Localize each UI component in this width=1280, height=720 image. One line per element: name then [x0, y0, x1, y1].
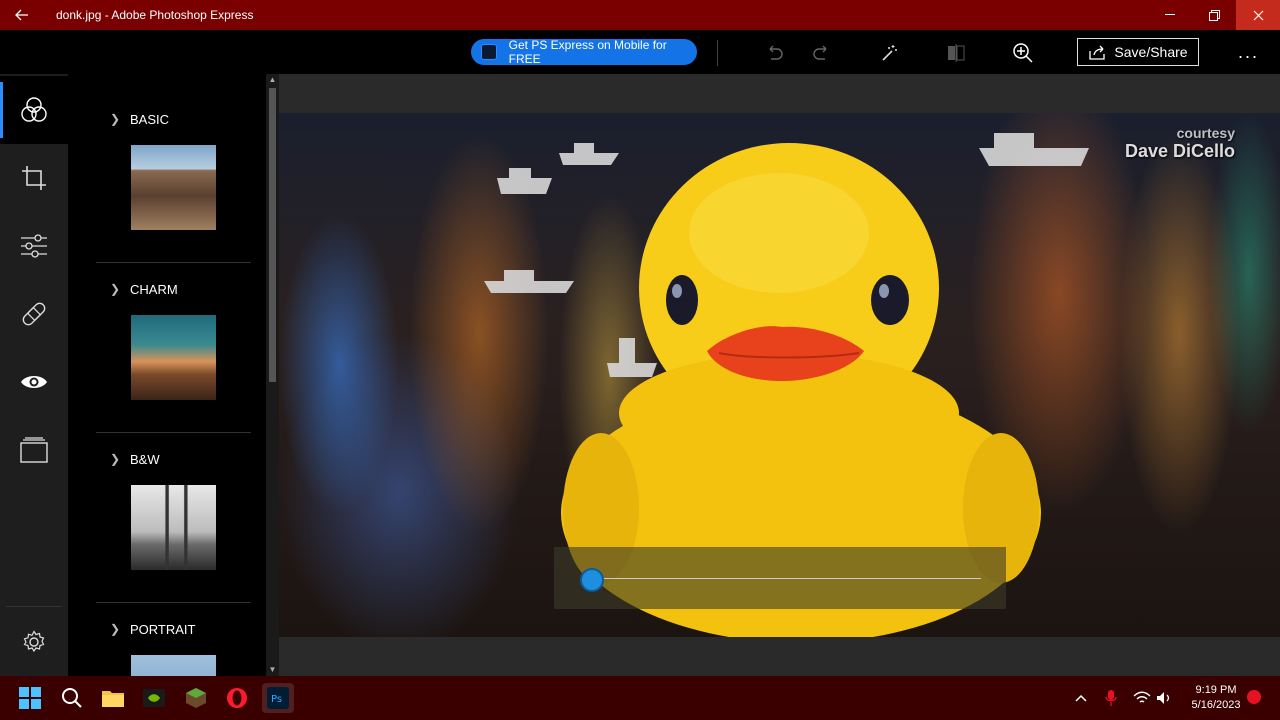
section-divider — [96, 602, 251, 603]
nvidia-icon[interactable] — [138, 683, 170, 713]
watermark-line1: courtesy — [1176, 125, 1235, 141]
restore-button[interactable] — [1192, 0, 1236, 30]
magic-wand-icon[interactable] — [876, 40, 902, 66]
top-toolbar: Get PS Express on Mobile for FREE Save/S… — [0, 30, 1280, 74]
undo-icon[interactable] — [761, 40, 787, 66]
section-divider — [96, 432, 251, 433]
scroll-up-arrow-icon[interactable]: ▲ — [266, 74, 279, 86]
windows-taskbar: Ps 9:19 PM 5/16/2023 — [0, 676, 1280, 720]
chevron-right-icon: ❯ — [110, 282, 121, 296]
volume-icon[interactable] — [1156, 676, 1172, 720]
nav-divider — [6, 606, 62, 607]
section-label: PORTRAIT — [130, 621, 196, 637]
looks-section-basic: ❯ BASIC — [96, 109, 251, 263]
section-header-basic[interactable]: ❯ BASIC — [96, 109, 251, 129]
clock-time: 9:19 PM — [1195, 684, 1237, 696]
save-share-label: Save/Share — [1114, 44, 1188, 60]
crop-icon[interactable] — [0, 144, 68, 212]
photo-preview[interactable]: courtesy Dave DiCello — [279, 113, 1280, 637]
eye-icon[interactable] — [0, 348, 68, 416]
looks-section-portrait: ❯ PORTRAIT — [96, 619, 251, 676]
section-label: B&W — [130, 451, 160, 467]
windows-start-icon[interactable] — [14, 683, 46, 713]
chevron-up-icon[interactable] — [1074, 676, 1088, 720]
canvas-area: courtesy Dave DiCello — [279, 74, 1280, 676]
close-button[interactable] — [1236, 0, 1280, 30]
section-label: BASIC — [130, 111, 170, 127]
promo-label: Get PS Express on Mobile for FREE — [508, 38, 667, 66]
redo-icon[interactable] — [809, 40, 835, 66]
chevron-right-icon: ❯ — [110, 452, 121, 466]
minimize-button[interactable] — [1148, 0, 1192, 30]
share-icon — [1089, 45, 1106, 60]
system-clock[interactable]: 9:19 PM 5/16/2023 — [1188, 683, 1244, 713]
scroll-down-arrow-icon[interactable]: ▼ — [266, 664, 279, 676]
minecraft-icon[interactable] — [180, 683, 212, 713]
zoom-in-icon[interactable] — [1010, 40, 1036, 66]
looks-circles-icon[interactable] — [0, 76, 68, 144]
photo-watermark: courtesy Dave DiCello — [1125, 125, 1235, 162]
file-explorer-icon[interactable] — [97, 683, 129, 713]
bandage-icon[interactable] — [0, 280, 68, 348]
thumbnail-bw[interactable] — [131, 485, 216, 570]
intensity-slider-knob[interactable] — [580, 568, 604, 592]
looks-section-charm: ❯ CHARM — [96, 279, 251, 433]
window-title: donk.jpg - Adobe Photoshop Express — [56, 8, 254, 22]
search-icon[interactable] — [56, 683, 88, 713]
panel-scrollbar[interactable]: ▲ ▼ — [266, 74, 279, 676]
wifi-icon[interactable] — [1133, 676, 1151, 720]
photoshop-express-icon[interactable]: Ps — [262, 683, 294, 713]
thumbnail-charm[interactable] — [131, 315, 216, 400]
chevron-right-icon: ❯ — [110, 112, 121, 126]
looks-section-bw: ❯ B&W — [96, 449, 251, 603]
save-share-button[interactable]: Save/Share — [1077, 38, 1199, 66]
ps-express-logo-icon — [481, 44, 497, 60]
section-divider — [96, 262, 251, 263]
scrollbar-thumb[interactable] — [269, 88, 276, 382]
section-header-portrait[interactable]: ❯ PORTRAIT — [96, 619, 251, 639]
title-bar: donk.jpg - Adobe Photoshop Express — [0, 0, 1280, 30]
left-tool-nav — [0, 74, 68, 676]
section-header-charm[interactable]: ❯ CHARM — [96, 279, 251, 299]
watermark-line2: Dave DiCello — [1124, 141, 1235, 161]
clock-date: 5/16/2023 — [1191, 699, 1241, 711]
section-header-bw[interactable]: ❯ B&W — [96, 449, 251, 469]
microphone-icon[interactable] — [1105, 676, 1117, 720]
compare-icon[interactable] — [943, 40, 969, 66]
thumbnail-portrait[interactable] — [131, 655, 216, 676]
notification-badge-icon[interactable] — [1247, 690, 1261, 704]
chevron-right-icon: ❯ — [110, 622, 121, 636]
intensity-slider-track[interactable] — [591, 578, 981, 579]
section-label: CHARM — [130, 281, 178, 297]
get-mobile-promo-button[interactable]: Get PS Express on Mobile for FREE — [471, 38, 697, 66]
svg-text:Ps: Ps — [271, 694, 282, 705]
back-arrow-icon[interactable] — [0, 0, 44, 30]
gear-icon[interactable] — [0, 608, 68, 676]
opera-icon[interactable] — [221, 683, 253, 713]
more-options-icon[interactable]: ... — [1238, 42, 1259, 63]
sliders-icon[interactable] — [0, 212, 68, 280]
thumbnail-basic[interactable] — [131, 145, 216, 230]
toolbar-divider — [717, 40, 718, 66]
looks-panel: ❯ BASIC ❯ CHARM ❯ B&W ❯ PORTRAIT — [68, 74, 266, 676]
borders-icon[interactable] — [0, 416, 68, 484]
